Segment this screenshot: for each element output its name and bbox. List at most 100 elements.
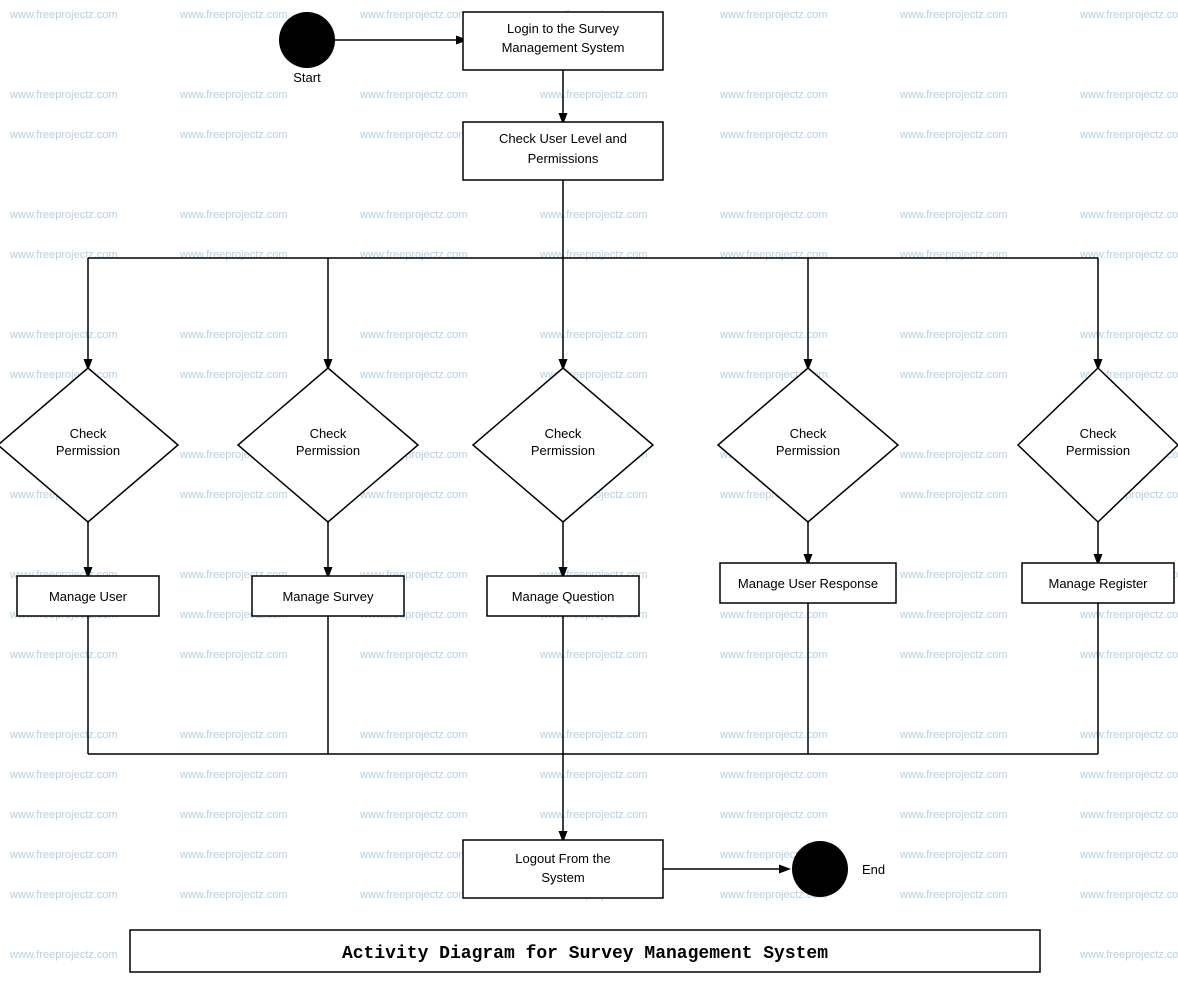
svg-text:www.freeprojectz.com: www.freeprojectz.com bbox=[539, 329, 648, 341]
svg-text:www.freeprojectz.com: www.freeprojectz.com bbox=[719, 9, 828, 21]
svg-text:www.freeprojectz.com: www.freeprojectz.com bbox=[899, 449, 1008, 461]
svg-text:www.freeprojectz.com: www.freeprojectz.com bbox=[539, 209, 648, 221]
svg-text:www.freeprojectz.com: www.freeprojectz.com bbox=[179, 89, 288, 101]
svg-text:www.freeprojectz.com: www.freeprojectz.com bbox=[359, 9, 468, 21]
svg-text:www.freeprojectz.com: www.freeprojectz.com bbox=[359, 729, 468, 741]
svg-text:www.freeprojectz.com: www.freeprojectz.com bbox=[359, 329, 468, 341]
svg-text:www.freeprojectz.com: www.freeprojectz.com bbox=[9, 849, 118, 861]
svg-text:www.freeprojectz.com: www.freeprojectz.com bbox=[9, 949, 118, 961]
svg-text:www.freeprojectz.com: www.freeprojectz.com bbox=[359, 849, 468, 861]
svg-text:www.freeprojectz.com: www.freeprojectz.com bbox=[719, 129, 828, 141]
svg-text:www.freeprojectz.com: www.freeprojectz.com bbox=[719, 209, 828, 221]
svg-text:www.freeprojectz.com: www.freeprojectz.com bbox=[719, 809, 828, 821]
svg-text:www.freeprojectz.com: www.freeprojectz.com bbox=[1079, 9, 1178, 21]
svg-text:www.freeprojectz.com: www.freeprojectz.com bbox=[179, 249, 288, 261]
svg-text:www.freeprojectz.com: www.freeprojectz.com bbox=[9, 769, 118, 781]
svg-text:www.freeprojectz.com: www.freeprojectz.com bbox=[179, 849, 288, 861]
svg-text:www.freeprojectz.com: www.freeprojectz.com bbox=[899, 9, 1008, 21]
svg-text:www.freeprojectz.com: www.freeprojectz.com bbox=[719, 609, 828, 621]
svg-text:www.freeprojectz.com: www.freeprojectz.com bbox=[179, 9, 288, 21]
check-perm-4-line2: Permission bbox=[776, 443, 840, 458]
check-perm-3-line1: Check bbox=[545, 426, 582, 441]
svg-text:www.freeprojectz.com: www.freeprojectz.com bbox=[1079, 949, 1178, 961]
svg-text:www.freeprojectz.com: www.freeprojectz.com bbox=[899, 329, 1008, 341]
diagram-area: www.freeprojectz.com www.freeprojectz.co… bbox=[0, 0, 1178, 992]
logout-box bbox=[463, 840, 663, 898]
svg-text:www.freeprojectz.com: www.freeprojectz.com bbox=[899, 89, 1008, 101]
svg-text:www.freeprojectz.com: www.freeprojectz.com bbox=[719, 89, 828, 101]
svg-text:www.freeprojectz.com: www.freeprojectz.com bbox=[719, 729, 828, 741]
svg-text:www.freeprojectz.com: www.freeprojectz.com bbox=[1079, 329, 1178, 341]
svg-text:www.freeprojectz.com: www.freeprojectz.com bbox=[359, 89, 468, 101]
manage-question-label: Manage Question bbox=[512, 589, 615, 604]
svg-text:www.freeprojectz.com: www.freeprojectz.com bbox=[9, 129, 118, 141]
svg-text:www.freeprojectz.com: www.freeprojectz.com bbox=[359, 809, 468, 821]
svg-text:www.freeprojectz.com: www.freeprojectz.com bbox=[359, 889, 468, 901]
login-label-line1: Login to the Survey bbox=[507, 21, 620, 36]
check-perm-2-line2: Permission bbox=[296, 443, 360, 458]
check-user-level-line2: Permissions bbox=[528, 151, 599, 166]
svg-text:www.freeprojectz.com: www.freeprojectz.com bbox=[539, 729, 648, 741]
manage-survey-label: Manage Survey bbox=[282, 589, 374, 604]
svg-text:www.freeprojectz.com: www.freeprojectz.com bbox=[899, 369, 1008, 381]
svg-text:www.freeprojectz.com: www.freeprojectz.com bbox=[1079, 769, 1178, 781]
check-perm-5-line2: Permission bbox=[1066, 443, 1130, 458]
svg-text:www.freeprojectz.com: www.freeprojectz.com bbox=[1079, 849, 1178, 861]
svg-text:www.freeprojectz.com: www.freeprojectz.com bbox=[719, 249, 828, 261]
svg-text:www.freeprojectz.com: www.freeprojectz.com bbox=[179, 889, 288, 901]
end-node bbox=[792, 841, 848, 897]
svg-text:www.freeprojectz.com: www.freeprojectz.com bbox=[899, 209, 1008, 221]
check-perm-3-line2: Permission bbox=[531, 443, 595, 458]
svg-text:www.freeprojectz.com: www.freeprojectz.com bbox=[899, 129, 1008, 141]
svg-text:www.freeprojectz.com: www.freeprojectz.com bbox=[899, 809, 1008, 821]
svg-text:www.freeprojectz.com: www.freeprojectz.com bbox=[9, 209, 118, 221]
svg-text:www.freeprojectz.com: www.freeprojectz.com bbox=[179, 649, 288, 661]
svg-text:www.freeprojectz.com: www.freeprojectz.com bbox=[899, 649, 1008, 661]
svg-text:www.freeprojectz.com: www.freeprojectz.com bbox=[359, 769, 468, 781]
svg-text:www.freeprojectz.com: www.freeprojectz.com bbox=[1079, 209, 1178, 221]
svg-text:www.freeprojectz.com: www.freeprojectz.com bbox=[359, 369, 468, 381]
svg-text:www.freeprojectz.com: www.freeprojectz.com bbox=[179, 209, 288, 221]
manage-register-label: Manage Register bbox=[1049, 576, 1149, 591]
check-perm-5-line1: Check bbox=[1080, 426, 1117, 441]
svg-text:www.freeprojectz.com: www.freeprojectz.com bbox=[9, 889, 118, 901]
svg-text:www.freeprojectz.com: www.freeprojectz.com bbox=[359, 129, 468, 141]
check-perm-4-line1: Check bbox=[790, 426, 827, 441]
svg-text:www.freeprojectz.com: www.freeprojectz.com bbox=[1079, 129, 1178, 141]
svg-text:www.freeprojectz.com: www.freeprojectz.com bbox=[9, 9, 118, 21]
svg-text:www.freeprojectz.com: www.freeprojectz.com bbox=[539, 649, 648, 661]
svg-text:www.freeprojectz.com: www.freeprojectz.com bbox=[9, 729, 118, 741]
svg-text:www.freeprojectz.com: www.freeprojectz.com bbox=[179, 809, 288, 821]
svg-text:www.freeprojectz.com: www.freeprojectz.com bbox=[719, 769, 828, 781]
svg-text:www.freeprojectz.com: www.freeprojectz.com bbox=[1079, 649, 1178, 661]
svg-text:www.freeprojectz.com: www.freeprojectz.com bbox=[539, 89, 648, 101]
login-label-line2: Management System bbox=[502, 40, 625, 55]
end-label: End bbox=[862, 862, 885, 877]
manage-user-label: Manage User bbox=[49, 589, 128, 604]
svg-text:www.freeprojectz.com: www.freeprojectz.com bbox=[179, 129, 288, 141]
svg-text:www.freeprojectz.com: www.freeprojectz.com bbox=[179, 329, 288, 341]
check-perm-1-line2: Permission bbox=[56, 443, 120, 458]
svg-text:www.freeprojectz.com: www.freeprojectz.com bbox=[539, 769, 648, 781]
svg-text:www.freeprojectz.com: www.freeprojectz.com bbox=[719, 329, 828, 341]
svg-text:www.freeprojectz.com: www.freeprojectz.com bbox=[1079, 889, 1178, 901]
svg-text:www.freeprojectz.com: www.freeprojectz.com bbox=[179, 489, 288, 501]
svg-text:www.freeprojectz.com: www.freeprojectz.com bbox=[899, 609, 1008, 621]
svg-text:www.freeprojectz.com: www.freeprojectz.com bbox=[1079, 609, 1178, 621]
svg-text:www.freeprojectz.com: www.freeprojectz.com bbox=[9, 649, 118, 661]
svg-text:www.freeprojectz.com: www.freeprojectz.com bbox=[359, 209, 468, 221]
svg-text:www.freeprojectz.com: www.freeprojectz.com bbox=[719, 649, 828, 661]
svg-text:www.freeprojectz.com: www.freeprojectz.com bbox=[1079, 729, 1178, 741]
svg-text:www.freeprojectz.com: www.freeprojectz.com bbox=[359, 489, 468, 501]
footer-title: Activity Diagram for Survey Management S… bbox=[342, 944, 828, 964]
svg-text:www.freeprojectz.com: www.freeprojectz.com bbox=[899, 249, 1008, 261]
svg-text:www.freeprojectz.com: www.freeprojectz.com bbox=[1079, 809, 1178, 821]
svg-text:www.freeprojectz.com: www.freeprojectz.com bbox=[9, 249, 118, 261]
svg-text:www.freeprojectz.com: www.freeprojectz.com bbox=[899, 729, 1008, 741]
svg-text:www.freeprojectz.com: www.freeprojectz.com bbox=[899, 489, 1008, 501]
svg-text:www.freeprojectz.com: www.freeprojectz.com bbox=[539, 249, 648, 261]
start-label: Start bbox=[293, 70, 321, 85]
svg-text:www.freeprojectz.com: www.freeprojectz.com bbox=[9, 809, 118, 821]
check-user-level-line1: Check User Level and bbox=[499, 131, 627, 146]
logout-label-line1: Logout From the bbox=[515, 851, 610, 866]
